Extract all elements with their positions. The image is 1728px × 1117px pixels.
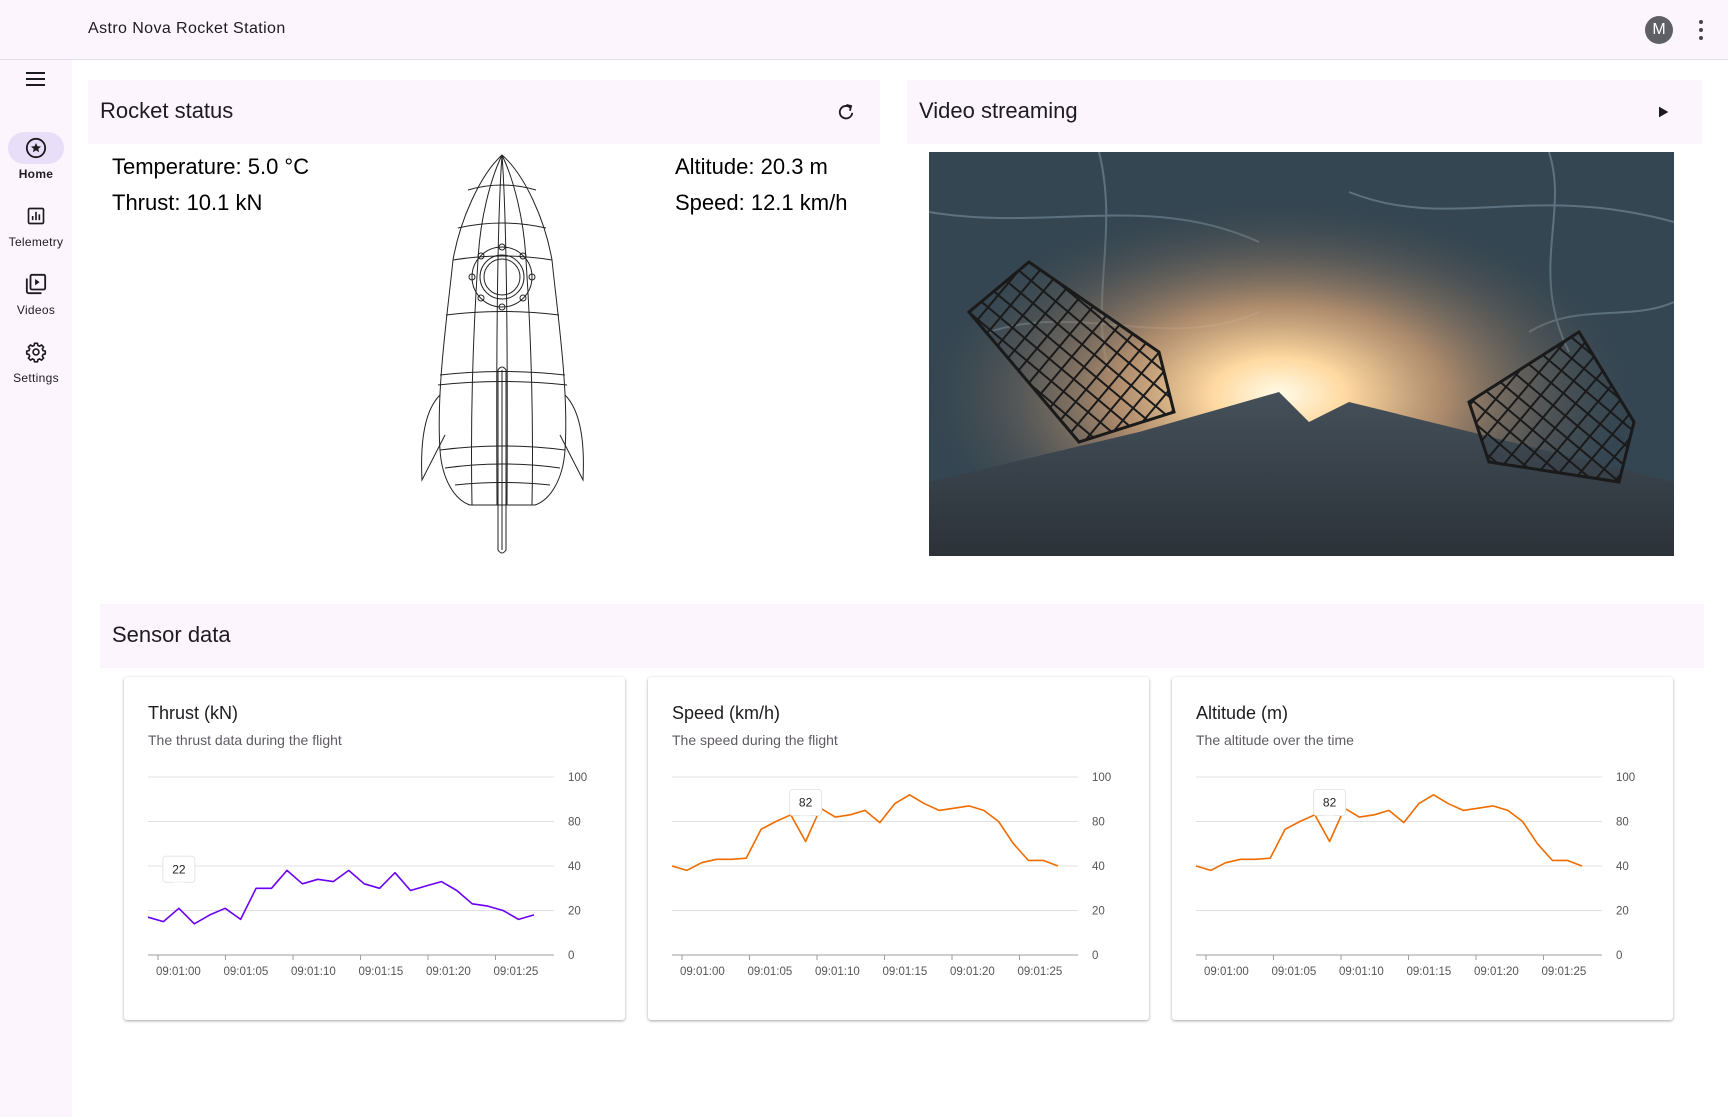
bar-chart-icon [8, 200, 64, 232]
chart-card-speed: Speed (km/h) The speed during the flight… [648, 677, 1149, 1020]
x-tick-label: 09:01:00 [680, 966, 725, 978]
x-tick-label: 09:01:15 [1407, 966, 1452, 978]
navigation-rail: Home Telemetry Videos Settings [0, 60, 72, 1117]
x-tick-label: 09:01:05 [1272, 966, 1317, 978]
rocket-landing-video-frame [929, 152, 1674, 556]
altitude-readout: Altitude: 20.3 m [675, 154, 828, 179]
x-tick-label: 09:01:25 [494, 966, 539, 978]
y-tick-label: 20 [1092, 906, 1105, 918]
speed-readout: Speed: 12.1 km/h [675, 190, 848, 215]
y-tick-label: 0 [568, 950, 574, 962]
video-streaming-title: Video streaming [919, 98, 1078, 123]
y-tick-label: 40 [568, 861, 581, 873]
y-tick-label: 0 [1616, 950, 1622, 962]
temperature-readout: Temperature: 5.0 °C [112, 154, 310, 179]
speed-line-chart[interactable]: 0 20 40 80 100 09:01:00 09:01:05 09:01:10 09:01:… [648, 677, 1149, 1020]
tooltip-label: 82 [1323, 796, 1337, 810]
chart-tooltip: 22 [162, 855, 196, 889]
thrust-line-chart[interactable]: 0 20 40 80 100 09:01:00 09:01:05 09:01:10 09:01:… [124, 677, 625, 1020]
x-tick-label: 09:01:25 [1018, 966, 1063, 978]
x-tick-label: 09:01:20 [426, 966, 471, 978]
y-tick-label: 40 [1616, 861, 1629, 873]
x-tick-label: 09:01:00 [156, 966, 201, 978]
x-tick-label: 09:01:10 [1339, 966, 1384, 978]
app-title: Astro Nova Rocket Station [88, 20, 286, 37]
nav-item-videos[interactable]: Videos [0, 268, 72, 317]
sensor-data-title: Sensor data [112, 622, 231, 647]
nav-item-telemetry[interactable]: Telemetry [0, 200, 72, 249]
y-tick-label: 0 [1092, 950, 1098, 962]
nav-label-telemetry: Telemetry [8, 235, 64, 249]
chart-card-altitude: Altitude (m) The altitude over the time … [1172, 677, 1673, 1020]
tooltip-label: 82 [799, 796, 813, 810]
more-vert-icon[interactable] [1690, 17, 1712, 43]
x-tick-label: 09:01:05 [748, 966, 793, 978]
y-tick-label: 80 [568, 817, 581, 829]
y-tick-label: 80 [1616, 817, 1629, 829]
chart-card-thrust: Thrust (kN) The thrust data during the f… [124, 677, 625, 1020]
y-tick-label: 100 [568, 772, 587, 784]
video-library-icon [8, 268, 64, 300]
x-tick-label: 09:01:15 [883, 966, 928, 978]
gear-icon [8, 336, 64, 368]
nav-item-home[interactable]: Home [0, 132, 72, 181]
tooltip-arrow [800, 815, 811, 822]
tooltip-arrow [1324, 815, 1335, 822]
video-player[interactable] [929, 152, 1674, 556]
x-tick-label: 09:01:25 [1542, 966, 1587, 978]
tooltip-arrow [173, 882, 184, 889]
rocket-illustration [421, 154, 584, 554]
nav-item-settings[interactable]: Settings [0, 336, 72, 385]
y-tick-label: 100 [1092, 772, 1111, 784]
refresh-icon[interactable] [832, 98, 860, 126]
x-tick-label: 09:01:15 [359, 966, 404, 978]
star-circle-icon [8, 132, 64, 164]
avatar[interactable]: M [1645, 16, 1673, 44]
y-tick-label: 80 [1092, 817, 1105, 829]
nav-label-home: Home [18, 167, 54, 181]
menu-icon[interactable] [24, 69, 48, 89]
y-tick-label: 20 [568, 906, 581, 918]
x-tick-label: 09:01:20 [950, 966, 995, 978]
x-tick-label: 09:01:10 [815, 966, 860, 978]
rocket-status-title: Rocket status [100, 98, 234, 123]
x-tick-label: 09:01:10 [291, 966, 336, 978]
x-tick-label: 09:01:00 [1204, 966, 1249, 978]
rocket-status-header: Rocket status [88, 80, 880, 144]
y-tick-label: 40 [1092, 861, 1105, 873]
thrust-readout: Thrust: 10.1 kN [112, 190, 263, 215]
play-icon[interactable] [1649, 98, 1677, 126]
sensor-data-header: Sensor data [100, 604, 1704, 668]
tooltip-label: 22 [172, 862, 186, 876]
series-line [1195, 794, 1583, 872]
x-tick-label: 09:01:05 [224, 966, 269, 978]
nav-label-settings: Settings [13, 371, 59, 385]
series-line [671, 794, 1059, 872]
x-tick-label: 09:01:20 [1474, 966, 1519, 978]
nav-label-videos: Videos [16, 303, 56, 317]
top-app-bar: Astro Nova Rocket Station M [0, 0, 1728, 60]
y-tick-label: 20 [1616, 906, 1629, 918]
video-streaming-header: Video streaming [907, 80, 1702, 144]
series-line [147, 869, 535, 925]
altitude-line-chart[interactable]: 0 20 40 80 100 09:01:00 09:01:05 09:01:10 09:01:… [1172, 677, 1673, 1020]
y-tick-label: 100 [1616, 772, 1635, 784]
